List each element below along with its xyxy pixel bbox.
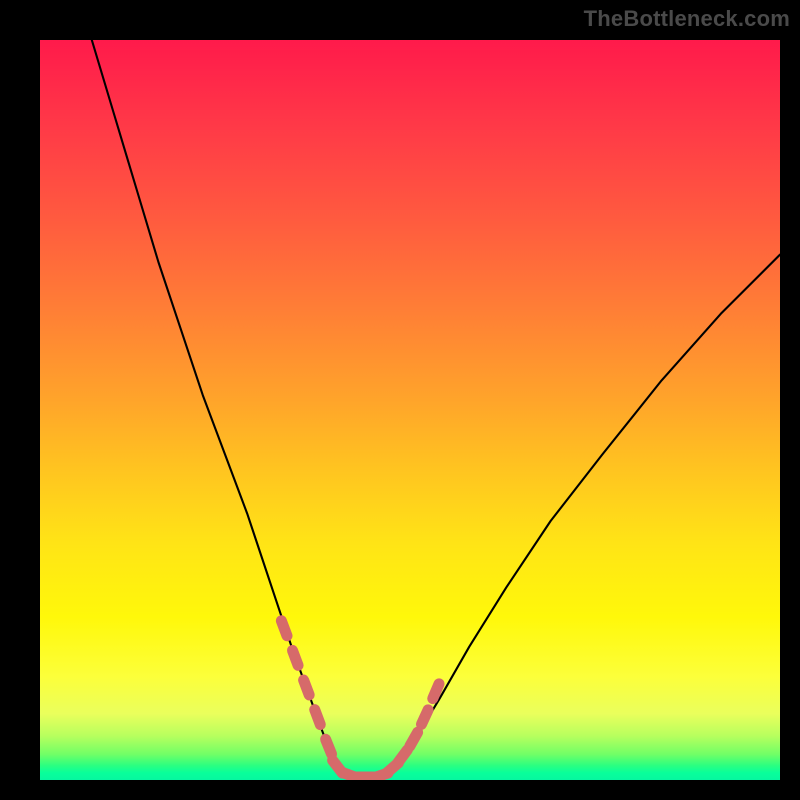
plot-gradient-area [40,40,780,780]
attribution-text: TheBottleneck.com [584,6,790,32]
plot-svg [40,40,780,780]
valley-markers [281,621,439,779]
curve-line [92,40,780,777]
chart-frame: TheBottleneck.com [0,0,800,800]
